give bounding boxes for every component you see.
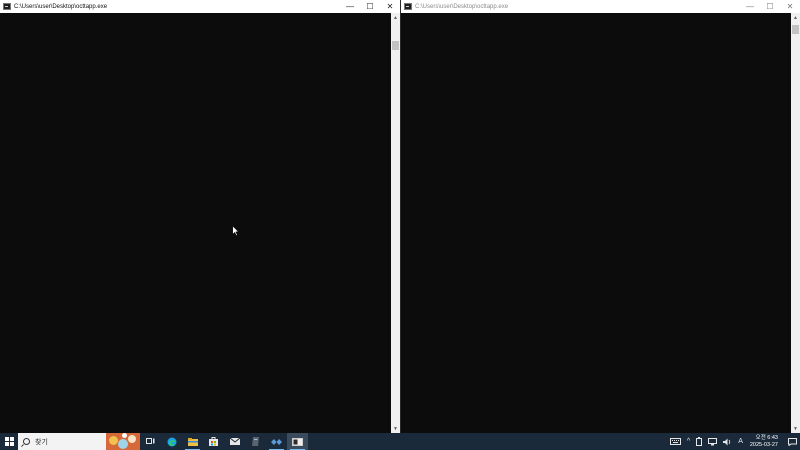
scroll-down-arrow-icon[interactable]: ▼	[391, 424, 400, 433]
battery-icon[interactable]	[693, 433, 705, 450]
edge-icon	[167, 437, 176, 446]
console-icon	[292, 437, 303, 446]
vertical-scrollbar[interactable]: ▲ ▼	[791, 13, 800, 433]
console-window-right[interactable]: C:\Users\user\Desktop\octtapp.exe — ☐ ✕ …	[400, 0, 800, 433]
minimize-button[interactable]: —	[740, 0, 760, 13]
console-app-icon	[404, 3, 412, 10]
notification-icon	[787, 437, 797, 446]
close-button[interactable]: ✕	[780, 0, 800, 13]
taskbar: 찾기 ^ A 오전 6:43 2025-03-27	[0, 433, 800, 450]
windows-logo-icon	[4, 437, 14, 446]
task-view-icon	[146, 437, 155, 444]
console-output-area[interactable]	[0, 13, 391, 433]
minimize-button[interactable]: —	[340, 0, 360, 13]
mail-button[interactable]	[224, 433, 245, 450]
window-controls: — ☐ ✕	[740, 0, 800, 13]
console-app-icon	[3, 3, 11, 10]
search-box[interactable]: 찾기	[18, 433, 106, 450]
scroll-down-arrow-icon[interactable]: ▼	[791, 424, 800, 433]
scrollbar-thumb[interactable]	[392, 41, 399, 50]
edge-button[interactable]	[161, 433, 182, 450]
scrollbar-thumb[interactable]	[792, 25, 799, 34]
network-icon[interactable]	[705, 433, 720, 450]
search-icon	[23, 438, 30, 445]
vertical-scrollbar[interactable]: ▲ ▼	[391, 13, 400, 433]
show-hidden-icons-chevron-icon[interactable]: ^	[684, 433, 693, 450]
app-icon	[251, 437, 259, 446]
file-explorer-button[interactable]	[182, 433, 203, 450]
close-button[interactable]: ✕	[380, 0, 400, 13]
scroll-up-arrow-icon[interactable]: ▲	[791, 13, 800, 22]
maximize-button[interactable]: ☐	[360, 0, 380, 13]
start-button[interactable]	[0, 433, 18, 450]
clock-time: 오전 6:43	[755, 434, 778, 441]
title-bar[interactable]: C:\Users\user\Desktop\octtapp.exe — ☐ ✕	[401, 0, 800, 13]
window-title: C:\Users\user\Desktop\octtapp.exe	[415, 3, 509, 10]
app-button[interactable]	[245, 433, 266, 450]
window-title: C:\Users\user\Desktop\octtapp.exe	[14, 3, 108, 10]
volume-icon[interactable]	[720, 433, 735, 450]
maximize-button[interactable]: ☐	[760, 0, 780, 13]
store-icon	[209, 437, 218, 446]
console-output-area[interactable]	[401, 13, 791, 433]
mouse-pointer-icon	[232, 226, 240, 236]
title-bar[interactable]: C:\Users\user\Desktop\octtapp.exe — ☐ ✕	[0, 0, 400, 13]
clock[interactable]: 오전 6:43 2025-03-27	[746, 435, 784, 449]
notification-center-button[interactable]	[784, 433, 800, 450]
task-view-button[interactable]	[140, 433, 161, 450]
scroll-up-arrow-icon[interactable]: ▲	[391, 13, 400, 22]
clock-date: 2025-03-27	[749, 441, 778, 448]
system-tray: ^ A 오전 6:43 2025-03-27	[667, 433, 800, 450]
file-explorer-icon	[187, 437, 198, 446]
input-method-indicator[interactable]: A	[735, 433, 746, 450]
news-widget-button[interactable]	[106, 433, 140, 450]
window-controls: — ☐ ✕	[340, 0, 400, 13]
visual-studio-icon	[271, 438, 282, 445]
keyboard-icon[interactable]	[667, 433, 684, 450]
store-button[interactable]	[203, 433, 224, 450]
console-button[interactable]	[287, 433, 308, 450]
console-window-left[interactable]: C:\Users\user\Desktop\octtapp.exe — ☐ ✕ …	[0, 0, 400, 433]
search-placeholder: 찾기	[35, 438, 48, 446]
mail-icon	[229, 438, 240, 445]
visual-studio-button[interactable]	[266, 433, 287, 450]
